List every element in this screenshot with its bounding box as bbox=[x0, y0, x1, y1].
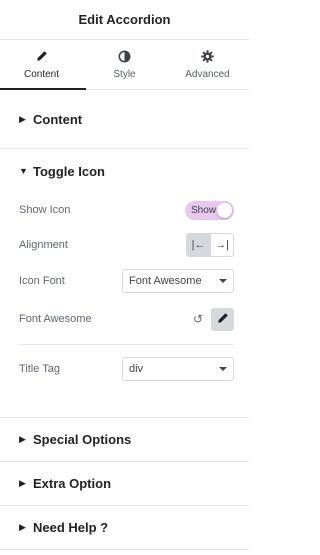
section-header[interactable]: ▶ Extra Option bbox=[0, 462, 249, 505]
show-icon-toggle[interactable]: Show bbox=[185, 200, 234, 220]
pencil-icon bbox=[217, 312, 229, 327]
section-header[interactable]: ▼ Toggle Icon bbox=[0, 149, 105, 193]
icon-font-select[interactable]: Font Awesome bbox=[122, 269, 234, 293]
section-header[interactable]: ▶ Content bbox=[0, 112, 82, 127]
tab-bar: Content Style Advanced bbox=[0, 40, 249, 90]
alignment-button-group: |← →| bbox=[186, 233, 234, 257]
section-special-options[interactable]: ▶ Special Options bbox=[0, 418, 249, 462]
section-label: Toggle Icon bbox=[33, 163, 105, 179]
half-circle-icon bbox=[118, 49, 132, 63]
pencil-icon bbox=[35, 49, 49, 63]
active-tab-indicator bbox=[0, 88, 86, 90]
section-extra-option[interactable]: ▶ Extra Option bbox=[0, 462, 249, 506]
edit-icon-button[interactable] bbox=[211, 307, 234, 331]
caret-right-icon: ▶ bbox=[19, 434, 26, 444]
panel-title: Edit Accordion bbox=[78, 12, 171, 27]
title-tag-label: Title Tag bbox=[19, 363, 60, 375]
tab-label: Content bbox=[23, 69, 60, 80]
icon-font-label: Icon Font bbox=[19, 275, 65, 287]
chevron-down-icon bbox=[219, 279, 227, 283]
align-left-button[interactable]: |← bbox=[187, 234, 210, 256]
section-header[interactable]: ▶ Need Help ? bbox=[0, 506, 249, 549]
caret-right-icon: ▶ bbox=[19, 478, 26, 488]
toggle-text: Show bbox=[191, 204, 217, 216]
align-right-icon: →| bbox=[215, 239, 229, 251]
title-tag-row: Title Tag div bbox=[19, 357, 234, 381]
font-awesome-label: Font Awesome bbox=[19, 313, 92, 325]
show-icon-label: Show Icon bbox=[19, 204, 71, 216]
alignment-row: Alignment |← →| bbox=[19, 233, 234, 257]
reset-icon[interactable]: ↺ bbox=[189, 312, 207, 326]
align-right-button[interactable]: →| bbox=[210, 234, 233, 256]
section-label: Extra Option bbox=[33, 476, 112, 491]
toggle-knob bbox=[217, 202, 232, 218]
section-label: Special Options bbox=[33, 432, 132, 447]
title-tag-select[interactable]: div bbox=[122, 357, 234, 381]
section-label: Content bbox=[33, 111, 83, 127]
align-left-icon: |← bbox=[191, 239, 206, 251]
select-value: Font Awesome bbox=[129, 275, 202, 287]
divider bbox=[19, 344, 234, 345]
alignment-label: Alignment bbox=[19, 239, 68, 251]
font-awesome-row: Font Awesome ↺ bbox=[19, 307, 234, 331]
tab-label: Style bbox=[113, 69, 136, 80]
tab-advanced[interactable]: Advanced bbox=[166, 40, 249, 89]
gear-icon bbox=[201, 49, 215, 63]
section-header[interactable]: ▶ Special Options bbox=[0, 418, 249, 461]
tab-style[interactable]: Style bbox=[83, 40, 166, 89]
panel-header: Edit Accordion bbox=[0, 0, 249, 40]
icon-actions: ↺ bbox=[189, 307, 234, 331]
icon-font-row: Icon Font Font Awesome bbox=[19, 269, 234, 293]
show-icon-row: Show Icon Show bbox=[19, 199, 234, 221]
section-need-help[interactable]: ▶ Need Help ? bbox=[0, 506, 249, 550]
caret-down-icon: ▼ bbox=[19, 166, 28, 176]
section-content[interactable]: ▶ Content bbox=[0, 90, 249, 149]
tab-content[interactable]: Content bbox=[0, 40, 83, 89]
chevron-down-icon bbox=[219, 367, 227, 371]
section-label: Need Help ? bbox=[33, 520, 109, 535]
tab-label: Advanced bbox=[185, 69, 230, 80]
select-value: div bbox=[129, 363, 144, 375]
caret-right-icon: ▶ bbox=[19, 113, 26, 124]
caret-right-icon: ▶ bbox=[19, 522, 26, 532]
section-toggle-icon: ▼ Toggle Icon Show Icon Show Alignment |… bbox=[0, 149, 249, 418]
